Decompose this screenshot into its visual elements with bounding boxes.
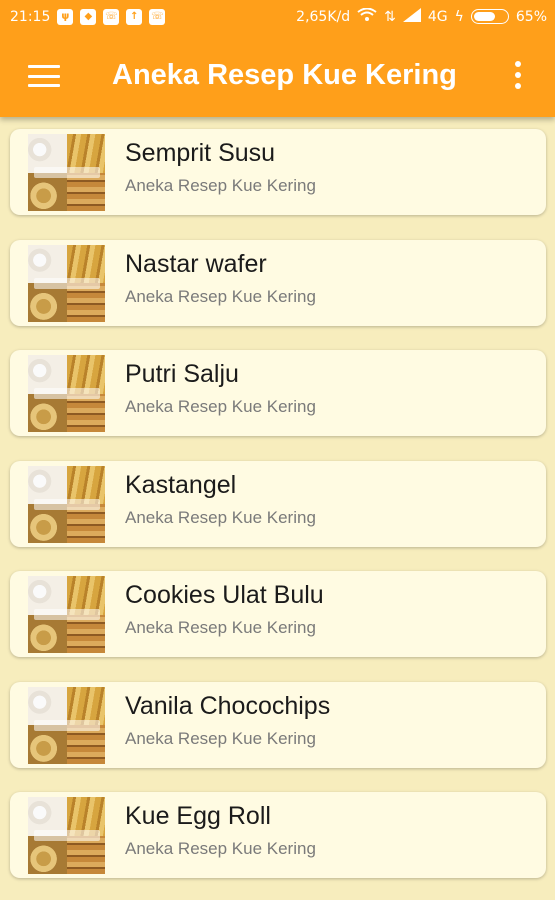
recipe-card[interactable]: Cookies Ulat Bulu Aneka Resep Kue Kering xyxy=(10,571,546,657)
recipe-thumbnail xyxy=(28,134,105,211)
status-bar: 21:15 ψ ◆ ☏ ↑ ☏ 2,65K/d ⇅ 4G ϟ 65% xyxy=(0,0,555,33)
recipe-subtitle: Aneka Resep Kue Kering xyxy=(125,728,316,748)
charging-icon: ϟ xyxy=(454,8,464,25)
whatsapp-icon: ☏ xyxy=(103,8,120,25)
recipe-card[interactable]: Putri Salju Aneka Resep Kue Kering xyxy=(10,350,546,436)
recipe-title: Vanila Chocochips xyxy=(125,691,331,720)
recipe-thumbnail xyxy=(28,686,105,764)
data-transfer-icon: ⇅ xyxy=(384,8,396,25)
recipe-title: Putri Salju xyxy=(125,360,239,388)
recipe-subtitle: Aneka Resep Kue Kering xyxy=(125,286,316,306)
battery-fill xyxy=(473,12,495,21)
recipe-card[interactable]: Vanila Chocochips Aneka Resep Kue Kering xyxy=(10,681,546,768)
recipe-subtitle: Aneka Resep Kue Kering xyxy=(125,618,316,637)
signal-icon xyxy=(402,7,421,26)
recipe-subtitle: Aneka Resep Kue Kering xyxy=(125,397,316,416)
recipe-card[interactable]: Kastangel Aneka Resep Kue Kering xyxy=(10,460,546,547)
recipe-card[interactable]: Nastar wafer Aneka Resep Kue Kering xyxy=(10,239,546,326)
recipe-subtitle: Aneka Resep Kue Kering xyxy=(125,176,316,195)
recipe-title: Kastangel xyxy=(125,470,237,499)
recipe-thumbnail xyxy=(28,465,105,543)
download-icon: ↑ xyxy=(126,8,143,25)
recipe-thumbnail xyxy=(28,244,105,322)
network-speed: 2,65K/d xyxy=(296,8,351,25)
recipe-thumbnail xyxy=(28,576,105,653)
network-type: 4G xyxy=(427,8,448,25)
recipe-card[interactable]: Kue Egg Roll Aneka Resep Kue Kering xyxy=(10,792,546,878)
more-vertical-icon[interactable] xyxy=(512,61,524,89)
recipe-title: Semprit Susu xyxy=(125,139,276,167)
recipe-title: Cookies Ulat Bulu xyxy=(125,581,324,609)
battery-percent: 65% xyxy=(515,8,547,25)
recipe-subtitle: Aneka Resep Kue Kering xyxy=(125,507,316,527)
status-time: 21:15 xyxy=(10,8,51,25)
recipe-title: Kue Egg Roll xyxy=(125,802,271,830)
recipe-title: Nastar wafer xyxy=(125,249,267,278)
usb-icon: ψ xyxy=(57,8,74,25)
hamburger-menu-icon[interactable] xyxy=(28,65,60,87)
battery-icon xyxy=(470,9,509,24)
recipe-thumbnail xyxy=(28,797,105,874)
whatsapp-icon: ☏ xyxy=(149,8,166,25)
android-icon: ◆ xyxy=(80,8,97,25)
toolbar: Aneka Resep Kue Kering xyxy=(0,33,555,117)
app-bar: 21:15 ψ ◆ ☏ ↑ ☏ 2,65K/d ⇅ 4G ϟ 65% Aneka… xyxy=(0,0,555,117)
recipe-subtitle: Aneka Resep Kue Kering xyxy=(125,839,316,858)
wifi-icon xyxy=(357,7,377,26)
recipe-card[interactable]: Semprit Susu Aneka Resep Kue Kering xyxy=(10,129,546,215)
recipe-thumbnail xyxy=(28,355,105,432)
app-title: Aneka Resep Kue Kering xyxy=(112,59,457,91)
